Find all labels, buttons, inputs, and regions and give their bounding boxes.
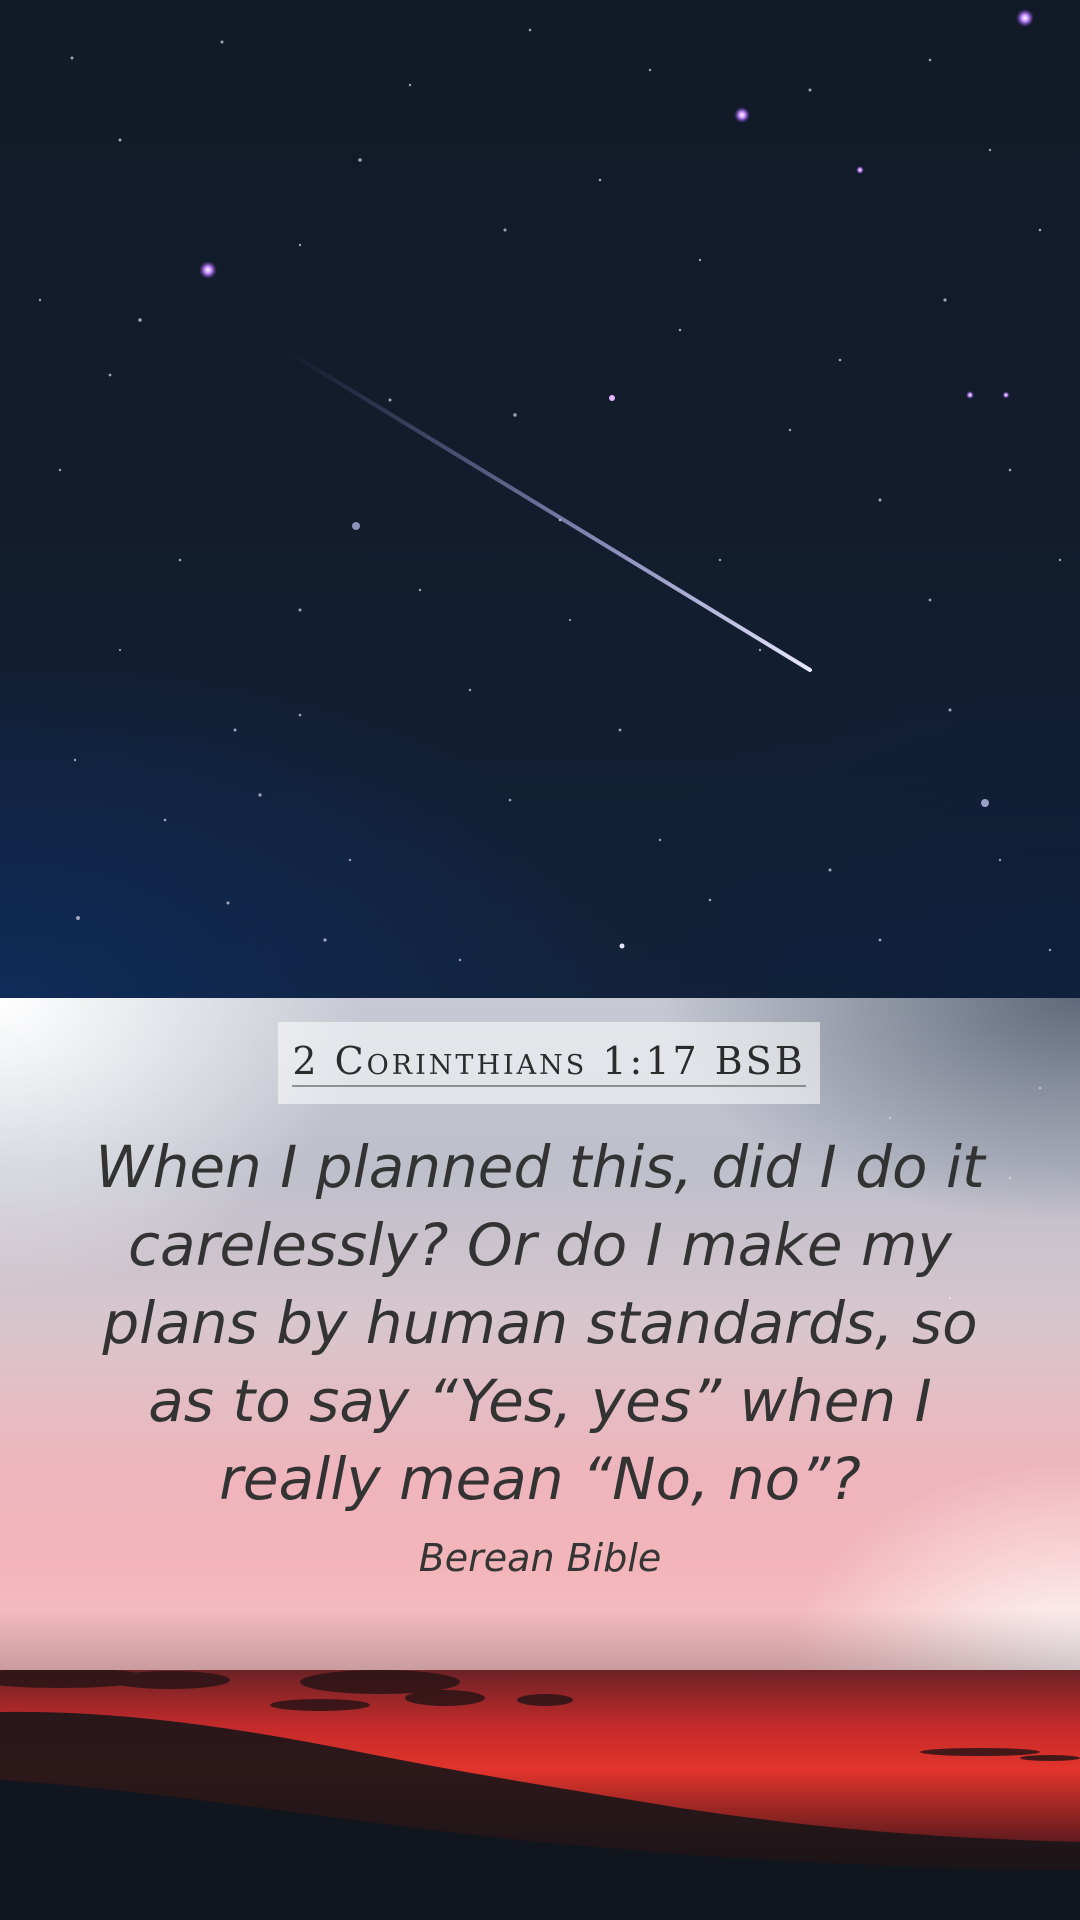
bright-star [734, 107, 750, 123]
bright-star [856, 166, 864, 174]
starry-sky-photo [0, 0, 1080, 998]
bright-star [981, 799, 989, 807]
translation-name: Berean Bible [418, 1536, 662, 1580]
bright-star [352, 522, 360, 530]
small-stars [38, 28, 1062, 962]
reference-box: 2 Corinthians 1:17 BSB [278, 1022, 820, 1104]
bright-star [609, 395, 615, 401]
bright-star [619, 943, 625, 949]
bright-star [199, 261, 217, 279]
verse-image: 2 Corinthians 1:17 BSB When I planned th… [0, 0, 1080, 1920]
stars-layer [38, 9, 1062, 962]
silhouette-layer [0, 1670, 1080, 1920]
shooting-star [283, 348, 812, 672]
verse-reference: 2 Corinthians 1:17 BSB [292, 1039, 806, 1087]
verse-text: When I planned this, did I do it careles… [95, 1133, 985, 1513]
verse-panel: 2 Corinthians 1:17 BSB When I planned th… [0, 998, 1080, 1670]
bright-star [1002, 391, 1010, 399]
bright-star [1016, 9, 1034, 27]
bright-star [966, 391, 974, 399]
sunset-photo [0, 1670, 1080, 1920]
horizon-shade [0, 1610, 1080, 1670]
